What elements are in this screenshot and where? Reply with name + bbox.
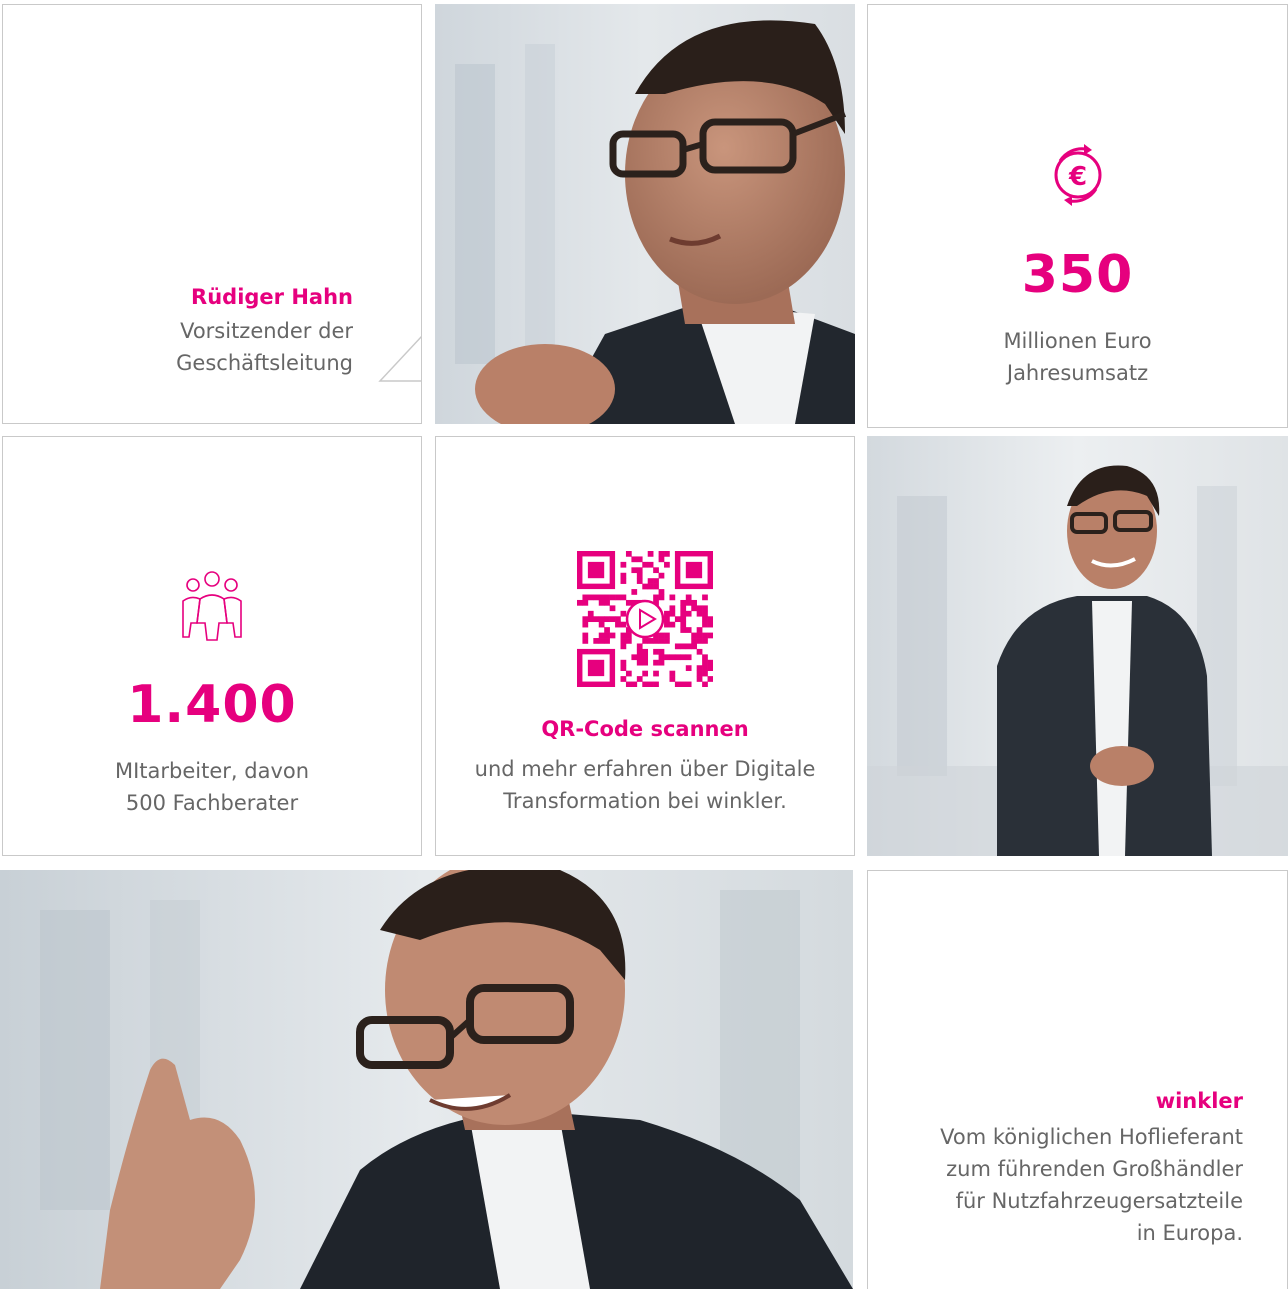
company-caption: winkler Vom königlichen Hoflieferant zum…	[940, 1089, 1243, 1249]
portrait-photo-1	[435, 4, 855, 424]
company-desc-line3: für Nutzfahrzeugersatzteile	[955, 1189, 1243, 1213]
revenue-value: 350	[1021, 245, 1134, 305]
photo-man-smiling	[867, 436, 1288, 856]
company-desc-line4: in Europa.	[1136, 1221, 1243, 1245]
speech-notch	[378, 335, 421, 382]
photo-man-gesturing	[0, 870, 853, 1289]
revenue-label-line1: Millionen Euro	[1003, 329, 1152, 353]
employees-value: 1.400	[127, 675, 297, 735]
company-name: winkler	[1155, 1089, 1243, 1113]
employees-label-line2: 500 Fachberater	[125, 791, 299, 815]
portrait-photo-2	[867, 436, 1288, 856]
qr-card: QR-Code scannen und mehr erfahren über D…	[435, 436, 855, 856]
qr-text-line2: Transformation bei winkler.	[503, 789, 787, 813]
company-desc-line2: zum führenden Großhändler	[946, 1157, 1243, 1181]
qr-text-line1: und mehr erfahren über Digitale	[474, 757, 816, 781]
revenue-label-line2: Jahresumsatz	[1006, 361, 1149, 385]
qr-title: QR-Code scannen	[541, 717, 749, 741]
photo-man-glasses	[435, 4, 855, 424]
company-desc-line1: Vom königlichen Hoflieferant	[940, 1125, 1243, 1149]
wide-photo	[0, 870, 853, 1289]
euro-cycle-icon: €	[868, 143, 1287, 211]
profile-caption: Rüdiger Hahn Vorsitzender der Geschäftsl…	[176, 285, 353, 379]
profile-role-line2: Geschäftsleitung	[176, 351, 353, 375]
profile-name: Rüdiger Hahn	[191, 285, 353, 309]
company-card: winkler Vom königlichen Hoflieferant zum…	[867, 870, 1288, 1289]
qr-code-icon[interactable]	[436, 551, 854, 691]
profile-role-line1: Vorsitzender der	[180, 319, 353, 343]
revenue-card: € 350 Millionen Euro Jahresumsatz	[867, 4, 1288, 428]
profile-card: Rüdiger Hahn Vorsitzender der Geschäftsl…	[2, 4, 422, 424]
employees-card: 1.400 MItarbeiter, davon 500 Fachberater	[2, 436, 422, 856]
employees-label-line1: MItarbeiter, davon	[114, 759, 310, 783]
svg-text:€: €	[1067, 162, 1086, 192]
people-group-icon	[3, 565, 421, 649]
